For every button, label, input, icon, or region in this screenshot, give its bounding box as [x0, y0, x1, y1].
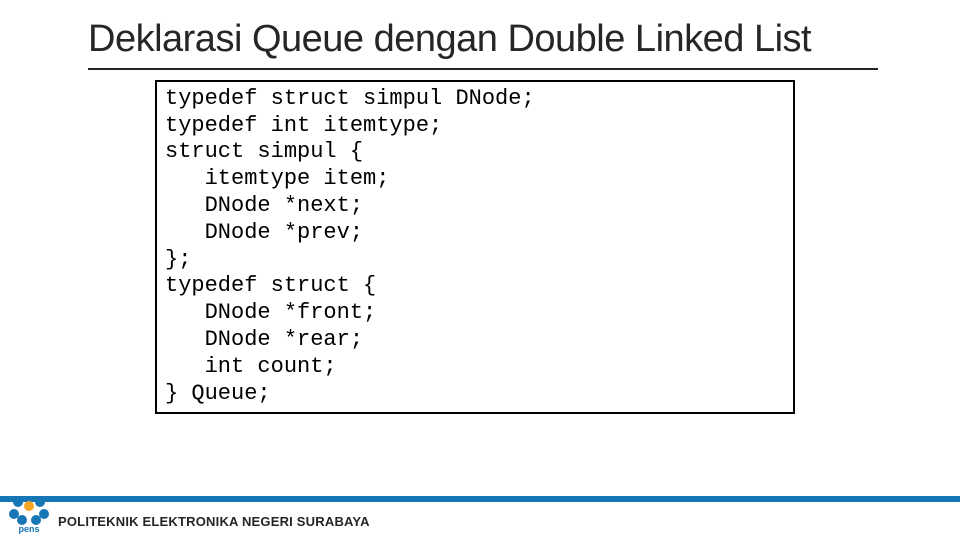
pens-logo-icon: pens — [6, 488, 52, 534]
code-line: } Queue; — [165, 381, 271, 406]
code-line: DNode *prev; — [165, 220, 363, 245]
code-line: int count; — [165, 354, 337, 379]
code-line: DNode *front; — [165, 300, 376, 325]
footer-content: pens POLITEKNIK ELEKTRONIKA NEGERI SURAB… — [0, 502, 960, 540]
slide-title: Deklarasi Queue dengan Double Linked Lis… — [0, 0, 960, 68]
code-line: typedef struct simpul DNode; — [165, 86, 535, 111]
code-line: DNode *rear; — [165, 327, 363, 352]
slide: Deklarasi Queue dengan Double Linked Lis… — [0, 0, 960, 540]
code-line: typedef struct { — [165, 273, 376, 298]
code-line: typedef int itemtype; — [165, 113, 442, 138]
code-line: }; — [165, 247, 191, 272]
code-line: itemtype item; — [165, 166, 389, 191]
code-block: typedef struct simpul DNode; typedef int… — [155, 80, 795, 414]
logo-text: pens — [18, 524, 39, 534]
footer-institution: POLITEKNIK ELEKTRONIKA NEGERI SURABAYA — [58, 514, 370, 529]
slide-footer: pens POLITEKNIK ELEKTRONIKA NEGERI SURAB… — [0, 498, 960, 540]
title-underline — [88, 68, 878, 70]
code-line: struct simpul { — [165, 139, 363, 164]
code-line: DNode *next; — [165, 193, 363, 218]
